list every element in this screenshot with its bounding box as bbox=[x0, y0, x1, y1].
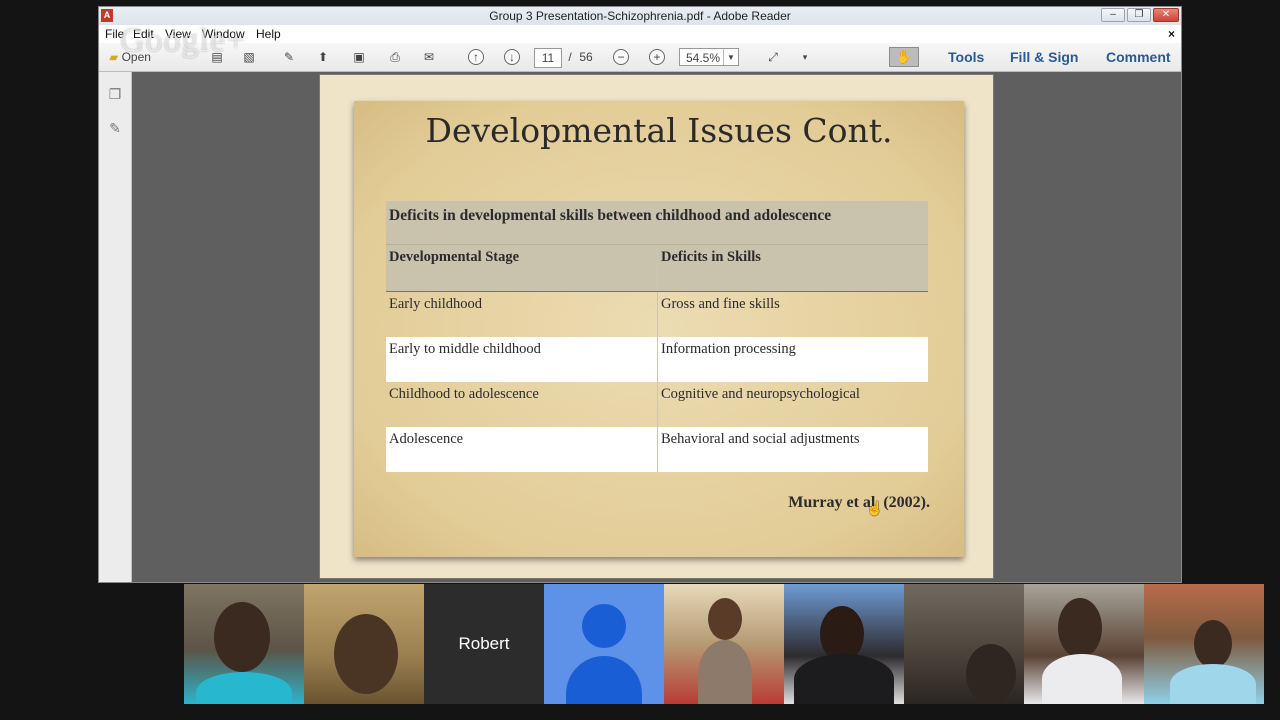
arrow-up-icon: ↑ bbox=[468, 49, 484, 65]
slide: Developmental Issues Cont. Deficits in d… bbox=[354, 101, 964, 557]
zoom-out-button[interactable]: − bbox=[611, 47, 631, 67]
email-icon[interactable]: ✉ bbox=[419, 47, 439, 67]
participant-body bbox=[196, 672, 292, 704]
minimize-button[interactable]: – bbox=[1101, 8, 1125, 22]
table-cell: Early childhood bbox=[386, 292, 658, 337]
pages-icon[interactable]: ❐ bbox=[107, 86, 123, 102]
page-separator: / bbox=[568, 50, 572, 64]
table-cell: Early to middle childhood bbox=[386, 337, 658, 382]
participant-face bbox=[1194, 620, 1232, 668]
citation: Murray et al. (2002). bbox=[788, 494, 930, 511]
participant-face bbox=[334, 614, 398, 694]
participant-face bbox=[214, 602, 270, 672]
google-plus-watermark: Google+ bbox=[120, 22, 247, 59]
page-number-input[interactable]: 11 bbox=[534, 48, 562, 68]
table-cell: Childhood to adolescence bbox=[386, 382, 658, 427]
zoom-value: 54.5% bbox=[686, 51, 721, 65]
table-row: Childhood to adolescence Cognitive and n… bbox=[386, 382, 928, 427]
title-bar: A Group 3 Presentation-Schizophrenia.pdf… bbox=[99, 7, 1181, 25]
folder-icon: ▰ bbox=[109, 50, 119, 64]
table-row: Early to middle childhood Information pr… bbox=[386, 337, 928, 382]
attachment-icon[interactable]: ✎ bbox=[107, 120, 123, 136]
menu-help[interactable]: Help bbox=[256, 25, 281, 43]
zoom-select[interactable]: 54.5% ▼ bbox=[679, 48, 739, 66]
minus-icon: − bbox=[613, 49, 629, 65]
chevron-down-icon: ▼ bbox=[723, 49, 738, 65]
next-page-button[interactable]: ↓ bbox=[502, 47, 522, 67]
close-button[interactable]: ✕ bbox=[1153, 8, 1179, 22]
participant-video[interactable]: Robert bbox=[424, 584, 544, 704]
edit-icon[interactable]: ✎ bbox=[279, 47, 299, 67]
participant-body bbox=[698, 640, 752, 704]
participant-body bbox=[1042, 654, 1122, 704]
print-icon[interactable]: ⎙ bbox=[385, 47, 405, 67]
table-header-row: Developmental Stage Deficits in Skills bbox=[386, 245, 928, 292]
toolbar-menu-icon[interactable]: ▾ bbox=[795, 47, 815, 67]
arrow-down-icon: ↓ bbox=[504, 49, 520, 65]
pdf-page: Developmental Issues Cont. Deficits in d… bbox=[319, 74, 994, 579]
save-icon[interactable]: ▣ bbox=[349, 47, 369, 67]
toolbar: ▰ Open ▤ ▧ ✎ ⬆ ▣ ⎙ ✉ ↑ ↓ 11 / 56 − + 54.… bbox=[99, 43, 1181, 72]
table-row: Adolescence Behavioral and social adjust… bbox=[386, 427, 928, 472]
plus-icon: + bbox=[649, 49, 665, 65]
navigation-sidebar: ❐ ✎ bbox=[99, 72, 132, 582]
table-title: Deficits in developmental skills between… bbox=[386, 201, 928, 245]
zoom-in-button[interactable]: + bbox=[647, 47, 667, 67]
table-cell: Behavioral and social adjustments bbox=[661, 431, 860, 447]
tools-button[interactable]: Tools bbox=[948, 47, 984, 67]
table-cell: Gross and fine skills bbox=[661, 296, 780, 312]
participant-body bbox=[1170, 664, 1256, 704]
table-cell: Adolescence bbox=[386, 427, 658, 472]
upload-icon[interactable]: ⬆ bbox=[313, 47, 333, 67]
previous-page-button[interactable]: ↑ bbox=[466, 47, 486, 67]
column-header: Developmental Stage bbox=[386, 245, 658, 291]
person-icon-body bbox=[566, 656, 642, 704]
participant-video[interactable] bbox=[304, 584, 424, 704]
participant-video[interactable] bbox=[1144, 584, 1264, 704]
window-title: Group 3 Presentation-Schizophrenia.pdf -… bbox=[489, 9, 791, 23]
table-cell: Information processing bbox=[661, 341, 796, 357]
person-icon bbox=[582, 604, 626, 648]
hand-cursor-icon: ☝ bbox=[866, 500, 884, 516]
participant-body bbox=[794, 654, 894, 704]
close-document-icon[interactable]: × bbox=[1168, 25, 1175, 43]
table-row: Early childhood Gross and fine skills bbox=[386, 292, 928, 337]
participant-face bbox=[708, 598, 742, 640]
fit-page-icon[interactable]: ⤢ bbox=[763, 47, 783, 67]
restore-button[interactable]: ❐ bbox=[1127, 8, 1151, 22]
participant-name: Robert bbox=[458, 634, 510, 653]
slide-title: Developmental Issues Cont. bbox=[425, 111, 893, 150]
hand-icon: ✋ bbox=[895, 49, 913, 64]
table-cell: Cognitive and neuropsychological bbox=[661, 386, 860, 402]
participant-face bbox=[966, 644, 1016, 704]
participant-video[interactable] bbox=[664, 584, 784, 704]
skills-table: Deficits in developmental skills between… bbox=[386, 201, 928, 472]
participant-face bbox=[1058, 598, 1102, 658]
adobe-reader-icon: A bbox=[101, 9, 113, 22]
participant-video[interactable] bbox=[784, 584, 904, 704]
fill-sign-button[interactable]: Fill & Sign bbox=[1010, 47, 1078, 67]
page-total: 56 bbox=[579, 50, 593, 64]
menu-bar: File Edit View Window Help × bbox=[99, 25, 1181, 43]
comment-button[interactable]: Comment bbox=[1106, 47, 1171, 67]
participant-video[interactable] bbox=[544, 584, 664, 704]
participant-video[interactable] bbox=[1024, 584, 1144, 704]
participant-video[interactable] bbox=[904, 584, 1024, 704]
hand-tool-button[interactable]: ✋ bbox=[889, 47, 919, 67]
column-header: Deficits in Skills bbox=[661, 249, 761, 265]
participant-video[interactable] bbox=[184, 584, 304, 704]
participant-strip: Robert bbox=[184, 584, 1264, 704]
